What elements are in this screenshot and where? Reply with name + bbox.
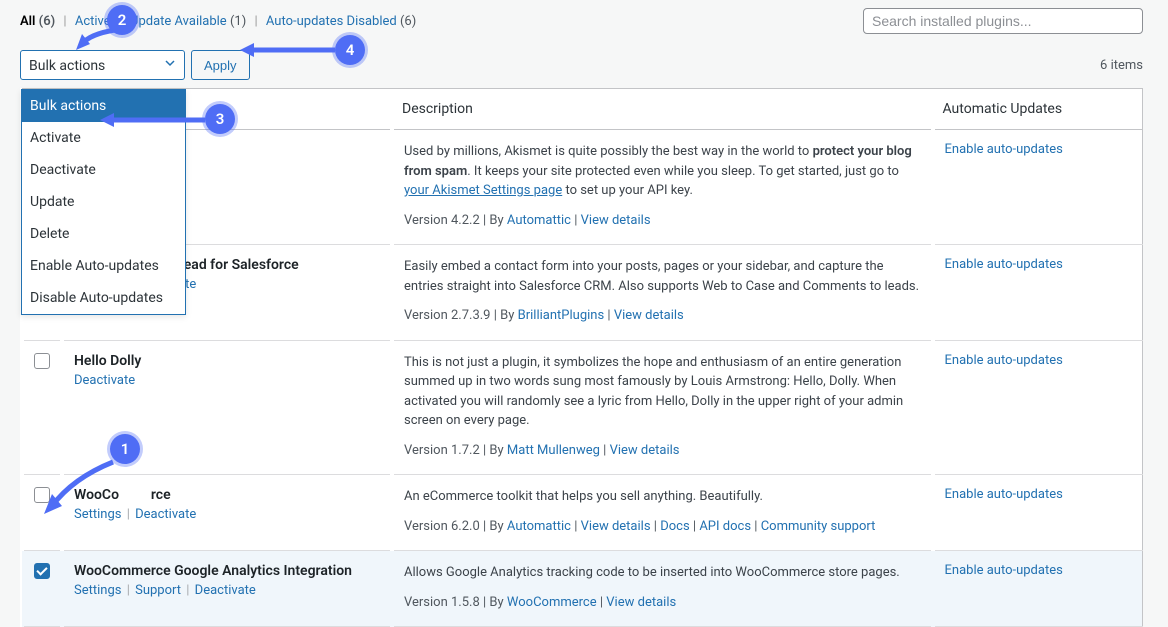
plugin-deactivate-link[interactable]: Deactivate [135, 507, 196, 522]
table-row: WooCommerce Google Analytics Integration… [22, 551, 1143, 627]
view-details-link[interactable]: View details [581, 213, 651, 228]
row-checkbox[interactable] [34, 563, 50, 579]
bulk-actions-current: Bulk actions [29, 58, 105, 74]
by-label: By [489, 519, 506, 534]
plugin-support-link[interactable]: Support [135, 583, 181, 598]
by-label: By [489, 595, 506, 610]
view-details-link[interactable]: View details [606, 595, 676, 610]
plugin-settings-link[interactable]: Settings [74, 583, 121, 598]
table-row: Used by millions, Akismet is quite possi… [22, 130, 1143, 245]
plugin-desc-text: to set up your API key. [562, 183, 693, 198]
items-count: 6 items [1100, 58, 1143, 73]
col-auto-updates[interactable]: Automatic Updates [933, 89, 1143, 130]
akismet-settings-link[interactable]: your Akismet Settings page [404, 183, 562, 198]
bulk-option[interactable]: Delete [22, 218, 185, 250]
plugin-author-link[interactable]: Automattic [507, 519, 571, 534]
apply-button[interactable]: Apply [191, 50, 250, 80]
plugin-desc-text: An eCommerce toolkit that helps you sell… [404, 489, 763, 504]
plugin-version: Version 2.7.3.9 [404, 308, 491, 323]
filter-active-label: Active [75, 14, 111, 29]
plugin-author-link[interactable]: Automattic [507, 213, 571, 228]
plugin-deactivate-link[interactable]: Deactivate [74, 373, 135, 388]
row-checkbox[interactable] [34, 487, 50, 503]
filter-sep: | [63, 14, 66, 29]
filter-all-count: (6) [39, 14, 56, 29]
plugin-settings-link[interactable]: Settings [74, 507, 121, 522]
filter-all[interactable]: All (6) [20, 14, 55, 29]
annotation-badge-2: 2 [107, 5, 137, 35]
plugin-version: Version 1.5.8 [404, 595, 480, 610]
plugin-name: WooCommerce [74, 487, 380, 503]
plugin-author-link[interactable]: Matt Mullenweg [507, 443, 600, 458]
bulk-option[interactable]: Enable Auto-updates [22, 250, 185, 282]
plugin-name: WooCommerce Google Analytics Integration [74, 563, 380, 579]
chevron-down-icon [164, 52, 176, 78]
plugin-desc-text: This is not just a plugin, it symbolizes… [404, 355, 903, 429]
enable-auto-updates-link[interactable]: Enable auto-updates [945, 353, 1063, 368]
plugin-name: Hello Dolly [74, 353, 380, 369]
view-details-link[interactable]: View details [581, 519, 651, 534]
plugin-desc-text: Allows Google Analytics tracking code to… [404, 565, 900, 580]
by-label: By [489, 213, 506, 228]
filter-active[interactable]: Active [75, 14, 111, 29]
row-checkbox[interactable] [34, 353, 50, 369]
plugin-version: Version 4.2.2 [404, 213, 480, 228]
plugin-version: Version 6.2.0 [404, 519, 480, 534]
filter-sep: | [254, 14, 257, 29]
filter-all-label: All [20, 14, 35, 29]
search-input[interactable] [863, 8, 1143, 34]
filter-auto-disabled-label: Auto-updates Disabled [266, 14, 397, 29]
annotation-badge-3: 3 [205, 104, 235, 134]
filter-auto-disabled[interactable]: Auto-updates Disabled (6) [266, 14, 416, 29]
filter-auto-disabled-count: (6) [400, 14, 416, 29]
search-box [863, 8, 1143, 34]
plugin-deactivate-link[interactable]: Deactivate [195, 583, 256, 598]
plugin-desc-text: Easily embed a contact form into your po… [404, 259, 919, 294]
enable-auto-updates-link[interactable]: Enable auto-updates [945, 563, 1063, 578]
annotation-badge-1: 1 [110, 434, 140, 464]
bulk-option[interactable]: Activate [22, 122, 185, 154]
plugin-desc-text: . It keeps your site protected even whil… [467, 164, 899, 179]
by-label: By [500, 308, 517, 323]
plugins-table: Plugin Description Automatic Updates Use… [20, 88, 1143, 627]
col-description[interactable]: Description [392, 89, 933, 130]
table-row: Hello Dolly Deactivate This is not just … [22, 340, 1143, 475]
bulk-option[interactable]: Disable Auto-updates [22, 282, 185, 314]
table-row: Brilliant Web-to-Lead for Salesforce Set… [22, 245, 1143, 341]
plugin-status-filters: All (6) | Active Update Available (1) | … [20, 14, 416, 29]
bulk-actions-select[interactable]: Bulk actions Bulk actions Activate Deact… [20, 50, 185, 80]
bulk-option[interactable]: Update [22, 186, 185, 218]
plugin-author-link[interactable]: BrilliantPlugins [518, 308, 605, 323]
enable-auto-updates-link[interactable]: Enable auto-updates [945, 142, 1063, 157]
annotation-badge-4: 4 [335, 35, 365, 65]
by-label: By [489, 443, 506, 458]
table-row: WooCommerce Settings | Deactivate An eCo… [22, 475, 1143, 551]
view-details-link[interactable]: View details [610, 443, 680, 458]
bulk-option[interactable]: Deactivate [22, 154, 185, 186]
bulk-option[interactable]: Bulk actions [22, 90, 185, 122]
view-details-link[interactable]: View details [614, 308, 684, 323]
plugin-docs-link[interactable]: Docs [660, 519, 689, 534]
enable-auto-updates-link[interactable]: Enable auto-updates [945, 487, 1063, 502]
plugin-desc-text: Used by millions, Akismet is quite possi… [404, 144, 813, 159]
plugin-api-docs-link[interactable]: API docs [699, 519, 751, 534]
plugin-community-support-link[interactable]: Community support [761, 519, 876, 534]
enable-auto-updates-link[interactable]: Enable auto-updates [945, 257, 1063, 272]
plugin-version: Version 1.7.2 [404, 443, 480, 458]
plugin-author-link[interactable]: WooCommerce [507, 595, 597, 610]
bulk-actions-dropdown: Bulk actions Activate Deactivate Update … [21, 89, 186, 315]
